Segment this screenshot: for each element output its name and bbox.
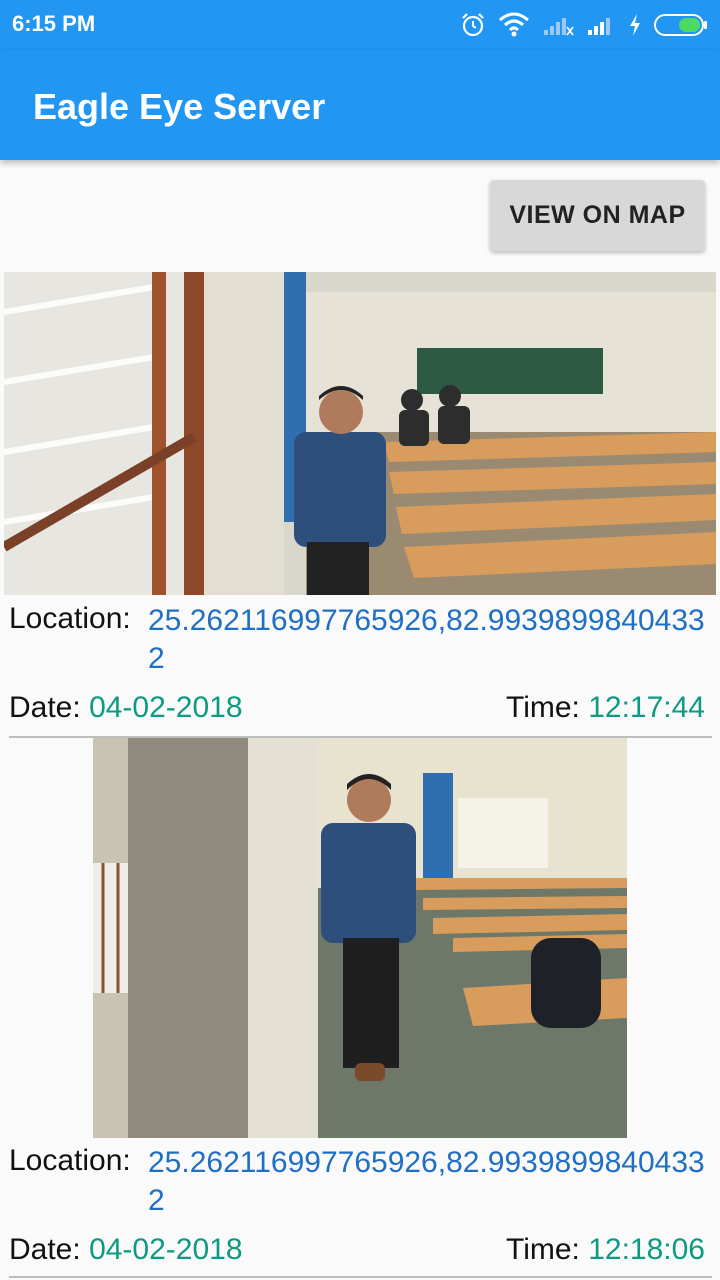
location-value: 25.262116997765926,82.99398998404332 bbox=[148, 1146, 705, 1217]
charging-icon bbox=[630, 14, 640, 36]
time-row: Time: 12:18:06 bbox=[506, 1233, 705, 1267]
date-value: 04-02-2018 bbox=[89, 691, 243, 724]
status-bar: 6:15 PM bbox=[0, 0, 720, 50]
time-label: Time: bbox=[505, 691, 580, 724]
battery-icon bbox=[654, 14, 707, 36]
record-card: Location: 25.262116997765926,82.99398998… bbox=[0, 738, 720, 1280]
status-icons bbox=[460, 9, 708, 41]
alarm-icon bbox=[462, 13, 484, 37]
view-on-map-button[interactable]: VIEW ON MAP bbox=[490, 180, 705, 251]
date-label: Date: bbox=[9, 1233, 81, 1266]
wifi-icon bbox=[499, 12, 529, 37]
location-value: 25.262116997765926,82.99398998404332 bbox=[148, 604, 705, 675]
time-value: 12:18:06 bbox=[588, 1233, 705, 1266]
time-label: Time: bbox=[505, 1233, 580, 1266]
date-row: Date: 04-02-2018 bbox=[9, 691, 243, 725]
time-row: Time: 12:17:44 bbox=[506, 691, 705, 725]
app-title: Eagle Eye Server bbox=[33, 86, 326, 127]
location-label: Location: bbox=[9, 602, 131, 635]
time-value: 12:17:44 bbox=[588, 691, 705, 724]
divider bbox=[9, 1276, 712, 1278]
status-time: 6:15 PM bbox=[12, 11, 96, 36]
signal-icon bbox=[544, 18, 574, 36]
record-card: Location: 25.262116997765926,82.99398998… bbox=[0, 272, 720, 740]
date-value: 04-02-2018 bbox=[89, 1233, 243, 1266]
classroom-photo bbox=[93, 738, 627, 1138]
date-label: Date: bbox=[9, 691, 81, 724]
signal-icon bbox=[588, 18, 610, 35]
date-row: Date: 04-02-2018 bbox=[9, 1233, 243, 1267]
location-label: Location: bbox=[9, 1144, 131, 1177]
classroom-photo bbox=[4, 272, 716, 595]
app-bar: Eagle Eye Server bbox=[0, 50, 720, 160]
